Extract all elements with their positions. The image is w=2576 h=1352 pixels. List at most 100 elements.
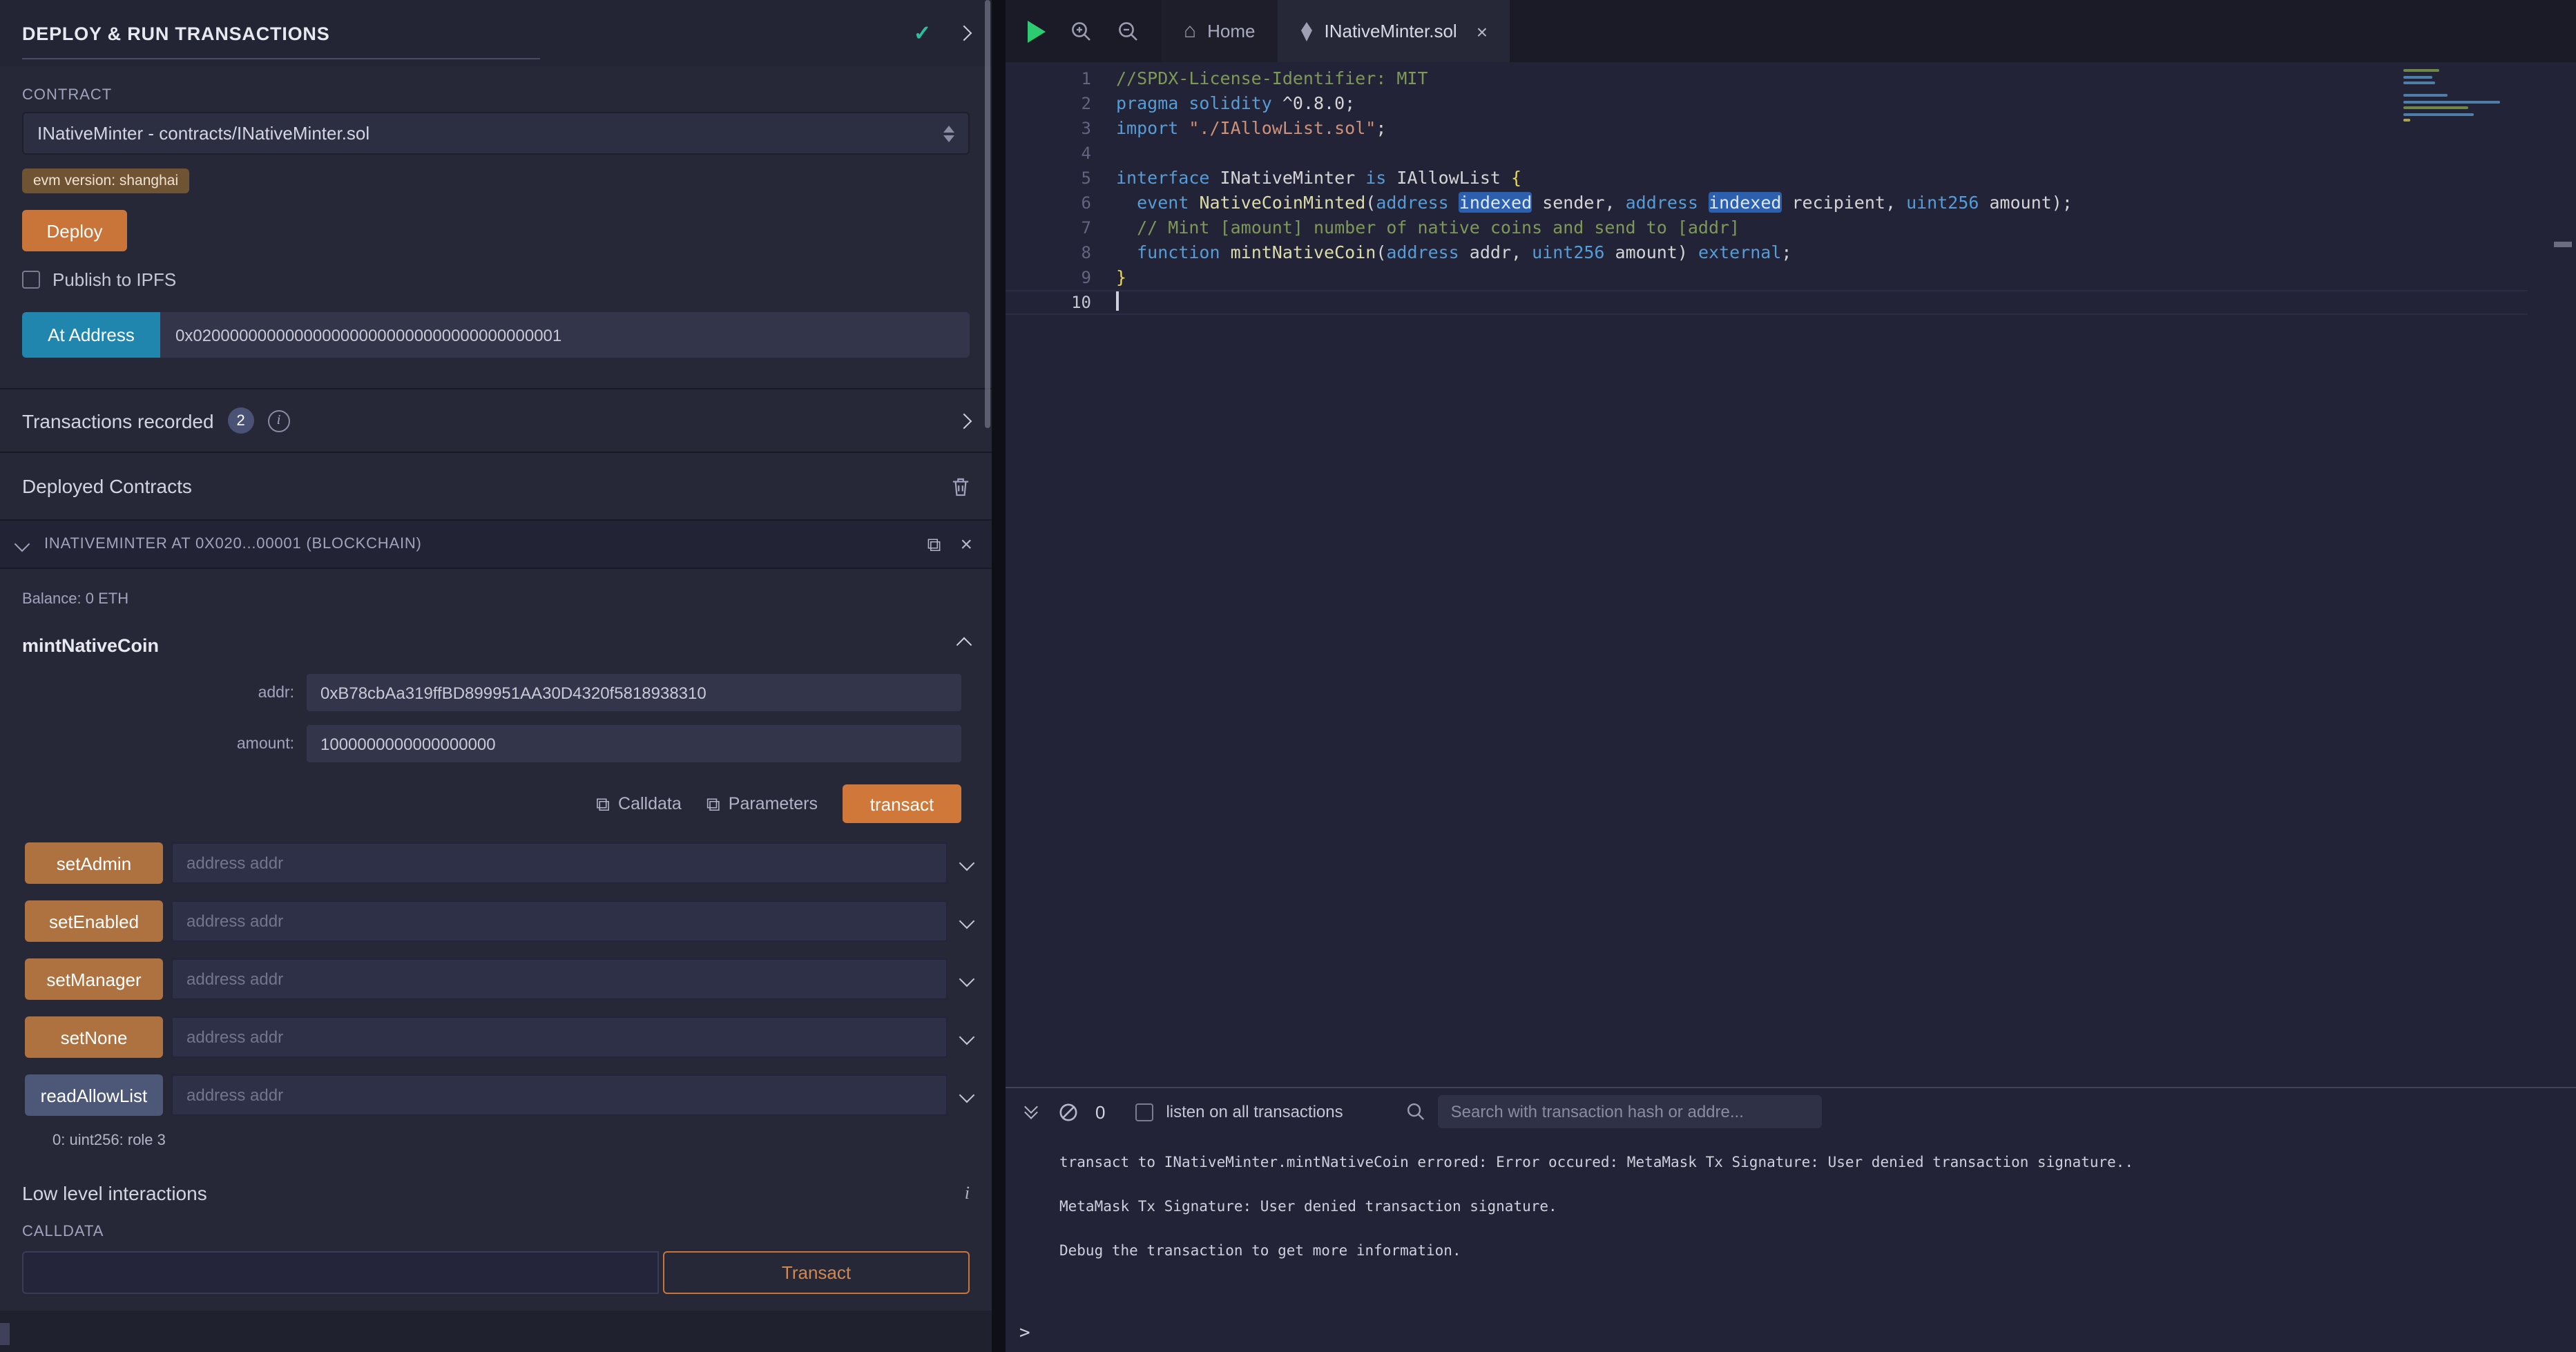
line-content: function mintNativeCoin(address addr, ui…	[1116, 240, 1791, 265]
function-button-setNone[interactable]: setNone	[25, 1016, 163, 1058]
function-input-readAllowList[interactable]	[171, 1074, 948, 1116]
function-button-setAdmin[interactable]: setAdmin	[25, 842, 163, 884]
addr-field-input[interactable]	[307, 674, 961, 711]
contract-label: CONTRACT	[22, 87, 970, 104]
low-level-title: Low level interactions	[22, 1182, 207, 1204]
mint-native-coin-header[interactable]: mintNativeCoin	[22, 632, 970, 657]
copy-icon: ⧉	[707, 792, 720, 815]
transact-button[interactable]: transact	[843, 784, 961, 823]
close-tab-icon[interactable]: ×	[1477, 20, 1488, 42]
tab-home[interactable]: ⌂ Home	[1162, 0, 1278, 62]
line-number: 3	[1006, 116, 1091, 141]
chevron-up-icon[interactable]	[959, 632, 970, 657]
function-input-setNone[interactable]	[171, 1016, 948, 1058]
deployed-contract-header[interactable]: INATIVEMINTER AT 0X020...00001 (BLOCKCHA…	[0, 519, 992, 569]
calldata-copy-button[interactable]: ⧉ Calldata	[596, 792, 682, 815]
transactions-recorded-label: Transactions recorded	[22, 409, 214, 432]
code-line-9[interactable]: 9}	[1006, 265, 2528, 290]
deployed-contracts-title: Deployed Contracts	[22, 475, 192, 497]
function-button-setEnabled[interactable]: setEnabled	[25, 900, 163, 942]
transact-row: ⧉ Calldata ⧉ Parameters transact	[0, 784, 961, 823]
chevron-right-icon[interactable]	[957, 26, 972, 41]
run-script-icon[interactable]	[1028, 20, 1046, 42]
code-line-10[interactable]: 10	[1006, 290, 2528, 315]
line-content: //SPDX-License-Identifier: MIT	[1116, 66, 1428, 91]
copy-icon[interactable]: ⧉	[927, 532, 941, 556]
editor-area: ⌂ Home INativeMinter.sol × 1 //SPDX-Licen…	[1006, 0, 2576, 1352]
transactions-recorded-row[interactable]: Transactions recorded 2 i	[0, 388, 992, 453]
listen-transactions-label: listen on all transactions	[1166, 1102, 1343, 1121]
function-rows: setAdmin setEnabled setManager setNone r…	[0, 842, 992, 1116]
code-line-6[interactable]: 6 event NativeCoinMinted(address indexed…	[1006, 191, 2528, 215]
code-line-4[interactable]: 4	[1006, 141, 2528, 166]
terminal-prompt[interactable]: >	[1019, 1323, 1030, 1344]
chevron-right-icon[interactable]	[959, 408, 970, 433]
panel-divider[interactable]	[992, 0, 1006, 1352]
clear-console-button[interactable]	[1058, 1101, 1079, 1122]
function-row: setManager	[25, 958, 975, 1000]
zoom-in-icon[interactable]	[1070, 20, 1093, 42]
code-editor[interactable]: 1 //SPDX-License-Identifier: MIT2pragma s…	[1006, 62, 2576, 1087]
title-underline	[22, 58, 540, 59]
function-input-setEnabled[interactable]	[171, 900, 948, 942]
panel-header: DEPLOY & RUN TRANSACTIONS ✓	[0, 0, 992, 66]
at-address-input[interactable]	[160, 312, 970, 358]
low-level-calldata-input[interactable]	[22, 1251, 659, 1294]
publish-ipfs-row: Publish to IPFS	[22, 269, 970, 290]
at-address-button[interactable]: At Address	[22, 312, 160, 358]
code-line-5[interactable]: 5 interface INativeMinter is IAllowList {	[1006, 166, 2528, 191]
select-updown-icon	[943, 125, 954, 142]
double-chevron-down-icon	[1026, 1106, 1036, 1117]
amount-field-input[interactable]	[307, 725, 961, 762]
line-content	[1116, 290, 1119, 315]
home-icon: ⌂	[1184, 19, 1196, 43]
chevron-down-icon[interactable]	[961, 909, 972, 934]
deploy-button[interactable]: Deploy	[22, 210, 127, 251]
collapse-terminal-button[interactable]	[1023, 1106, 1036, 1117]
terminal-header: 0 listen on all transactions	[1006, 1088, 2576, 1135]
code-line-7[interactable]: 7 // Mint [amount] number of native coin…	[1006, 215, 2528, 240]
function-row: setEnabled	[25, 900, 975, 942]
panel-scrollbar[interactable]	[985, 0, 990, 428]
function-input-setManager[interactable]	[171, 958, 948, 1000]
line-content: interface INativeMinter is IAllowList {	[1116, 166, 1521, 191]
deployed-contract-title: INATIVEMINTER AT 0X020...00001 (BLOCKCHA…	[44, 536, 422, 552]
function-input-setAdmin[interactable]	[171, 842, 948, 884]
chevron-down-icon[interactable]	[961, 1083, 972, 1108]
parameters-copy-label: Parameters	[729, 794, 818, 813]
code-line-8[interactable]: 8 function mintNativeCoin(address addr, …	[1006, 240, 2528, 265]
terminal-log-line: MetaMask Tx Signature: User denied trans…	[1059, 1196, 2576, 1218]
remix-ide: DEPLOY & RUN TRANSACTIONS ✓ CONTRACT INa…	[0, 0, 2576, 1352]
call-output: 0: uint256: role 3	[52, 1132, 992, 1149]
parameters-copy-button[interactable]: ⧉ Parameters	[707, 792, 818, 815]
code-line-2[interactable]: 2pragma solidity ^0.8.0;	[1006, 91, 2528, 116]
low-level-transact-button[interactable]: Transact	[663, 1251, 970, 1294]
minimap[interactable]	[2403, 69, 2535, 131]
chevron-down-icon[interactable]	[961, 851, 972, 876]
listen-transactions-checkbox[interactable]	[1135, 1103, 1153, 1121]
chevron-down-icon[interactable]	[961, 1025, 972, 1050]
trash-icon[interactable]	[952, 476, 970, 496]
line-number: 1	[1006, 66, 1091, 91]
function-row: readAllowList	[25, 1074, 975, 1116]
calldata-copy-label: Calldata	[618, 794, 682, 813]
code-line-1[interactable]: 1 //SPDX-License-Identifier: MIT	[1006, 66, 2528, 91]
collapse-chevron-icon[interactable]	[15, 537, 30, 552]
zoom-out-icon[interactable]	[1117, 20, 1140, 42]
contract-select[interactable]: INativeMinter - contracts/INativeMinter.…	[22, 112, 970, 155]
line-number: 5	[1006, 166, 1091, 191]
function-button-readAllowList[interactable]: readAllowList	[25, 1074, 163, 1116]
chevron-down-icon[interactable]	[961, 967, 972, 992]
terminal-search-input[interactable]	[1439, 1095, 1823, 1128]
contract-select-value: INativeMinter - contracts/INativeMinter.…	[37, 123, 369, 144]
function-button-setManager[interactable]: setManager	[25, 958, 163, 1000]
line-content: event NativeCoinMinted(address indexed s…	[1116, 191, 2073, 215]
low-level-interactions: Low level interactions i CALLDATA Transa…	[0, 1182, 992, 1294]
remove-contract-icon[interactable]: ×	[960, 532, 972, 556]
tab-inativeminter[interactable]: INativeMinter.sol ×	[1278, 0, 1510, 62]
publish-ipfs-checkbox[interactable]	[22, 271, 40, 289]
deployed-contracts-heading: Deployed Contracts	[0, 453, 992, 511]
code-line-3[interactable]: 3import "./IAllowList.sol";	[1006, 116, 2528, 141]
info-icon: i	[268, 409, 290, 432]
info-icon: i	[965, 1182, 970, 1204]
